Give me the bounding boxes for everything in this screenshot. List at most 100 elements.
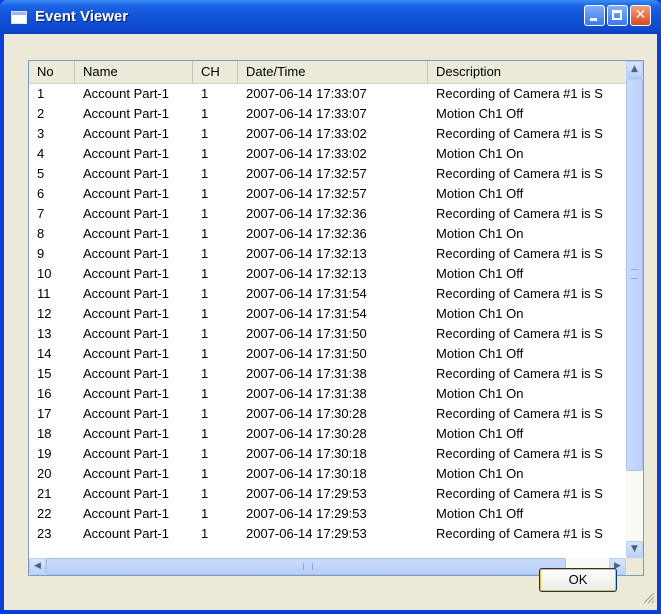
cell-no: 21 [37, 486, 52, 501]
cell-no: 10 [37, 266, 52, 281]
scroll-down-button[interactable]: ▼ [626, 541, 643, 558]
table-row[interactable]: 4 Account Part-1 1 2007-06-14 17:33:02 Motio… [29, 144, 626, 164]
horizontal-scrollbar[interactable]: ◀ ▶ [29, 558, 626, 575]
cell-ch: 1 [201, 206, 209, 221]
cell-ch: 1 [201, 366, 209, 381]
column-header-description[interactable]: Description [428, 61, 626, 83]
minimize-button[interactable] [584, 5, 605, 26]
cell-datetime: 2007-06-14 17:32:13 [246, 266, 367, 281]
cell-ch: 1 [201, 126, 209, 141]
table-row[interactable]: 15 Account Part-1 1 2007-06-14 17:31:38 Reco… [29, 364, 626, 384]
cell-ch: 1 [201, 86, 209, 101]
table-row[interactable]: 7 Account Part-1 1 2007-06-14 17:32:36 Recor… [29, 204, 626, 224]
vertical-scrollbar[interactable]: ▲ ▼ [626, 61, 643, 558]
cell-description: Recording of Camera #1 is S [436, 206, 603, 221]
cell-name: Account Part-1 [83, 426, 169, 441]
cell-datetime: 2007-06-14 17:32:36 [246, 226, 367, 241]
cell-name: Account Part-1 [83, 406, 169, 421]
window-icon [11, 11, 27, 24]
cell-name: Account Part-1 [83, 126, 169, 141]
table-row[interactable]: 19 Account Part-1 1 2007-06-14 17:30:18 Reco… [29, 444, 626, 464]
table-row[interactable]: 5 Account Part-1 1 2007-06-14 17:32:57 Recor… [29, 164, 626, 184]
table-row[interactable]: 8 Account Part-1 1 2007-06-14 17:32:36 Motio… [29, 224, 626, 244]
column-header-ch[interactable]: CH [193, 61, 238, 83]
table-row[interactable]: 18 Account Part-1 1 2007-06-14 17:30:28 Moti… [29, 424, 626, 444]
cell-description: Motion Ch1 Off [436, 106, 524, 121]
cell-datetime: 2007-06-14 17:29:53 [246, 506, 367, 521]
cell-datetime: 2007-06-14 17:30:18 [246, 466, 367, 481]
table-row[interactable]: 20 Account Part-1 1 2007-06-14 17:30:18 Moti… [29, 464, 626, 484]
cell-name: Account Part-1 [83, 306, 169, 321]
cell-no: 5 [37, 166, 45, 181]
cell-datetime: 2007-06-14 17:30:18 [246, 446, 367, 461]
close-icon: ✕ [634, 7, 647, 23]
cell-datetime: 2007-06-14 17:33:07 [246, 86, 367, 101]
cell-datetime: 2007-06-14 17:31:50 [246, 346, 367, 361]
table-row[interactable]: 12 Account Part-1 1 2007-06-14 17:31:54 Moti… [29, 304, 626, 324]
cell-description: Recording of Camera #1 is S [436, 406, 603, 421]
cell-no: 22 [37, 506, 52, 521]
cell-name: Account Part-1 [83, 466, 169, 481]
cell-name: Account Part-1 [83, 286, 169, 301]
cell-ch: 1 [201, 526, 209, 541]
cell-ch: 1 [201, 446, 209, 461]
cell-no: 8 [37, 226, 45, 241]
table-row[interactable]: 17 Account Part-1 1 2007-06-14 17:30:28 Reco… [29, 404, 626, 424]
table-row[interactable]: 21 Account Part-1 1 2007-06-14 17:29:53 Reco… [29, 484, 626, 504]
table-row[interactable]: 11 Account Part-1 1 2007-06-14 17:31:54 Reco… [29, 284, 626, 304]
horizontal-scroll-thumb[interactable] [46, 558, 566, 575]
resize-grip-icon[interactable] [641, 590, 655, 604]
cell-description: Motion Ch1 On [436, 386, 524, 401]
table-row[interactable]: 1 Account Part-1 1 2007-06-14 17:33:07 Recor… [29, 84, 626, 104]
cell-no: 9 [37, 246, 45, 261]
cell-datetime: 2007-06-14 17:30:28 [246, 426, 367, 441]
cell-name: Account Part-1 [83, 266, 169, 281]
table-row[interactable]: 14 Account Part-1 1 2007-06-14 17:31:50 Moti… [29, 344, 626, 364]
cell-ch: 1 [201, 246, 209, 261]
title-bar[interactable]: Event Viewer ✕ [0, 0, 661, 34]
table-row[interactable]: 2 Account Part-1 1 2007-06-14 17:33:07 Motio… [29, 104, 626, 124]
cell-ch: 1 [201, 306, 209, 321]
table-row[interactable]: 6 Account Part-1 1 2007-06-14 17:32:57 Motio… [29, 184, 626, 204]
column-header-no[interactable]: No [29, 61, 75, 83]
ok-button[interactable]: OK [539, 568, 617, 592]
cell-description: Motion Ch1 Off [436, 186, 524, 201]
cell-no: 2 [37, 106, 45, 121]
scroll-up-button[interactable]: ▲ [626, 61, 643, 78]
cell-name: Account Part-1 [83, 106, 169, 121]
cell-no: 23 [37, 526, 52, 541]
grip-icon [631, 269, 638, 279]
cell-no: 17 [37, 406, 52, 421]
cell-ch: 1 [201, 186, 209, 201]
cell-ch: 1 [201, 346, 209, 361]
table-row[interactable]: 13 Account Part-1 1 2007-06-14 17:31:50 Reco… [29, 324, 626, 344]
table-row[interactable]: 9 Account Part-1 1 2007-06-14 17:32:13 Recor… [29, 244, 626, 264]
cell-ch: 1 [201, 326, 209, 341]
maximize-button[interactable] [607, 5, 628, 26]
cell-name: Account Part-1 [83, 166, 169, 181]
cell-datetime: 2007-06-14 17:32:36 [246, 206, 367, 221]
table-row[interactable]: 23 Account Part-1 1 2007-06-14 17:29:53 Reco… [29, 524, 626, 544]
cell-name: Account Part-1 [83, 326, 169, 341]
event-list[interactable]: No Name CH Date/Time Description 1 Accoun… [28, 60, 644, 576]
scroll-left-button[interactable]: ◀ [29, 558, 46, 575]
table-row[interactable]: 3 Account Part-1 1 2007-06-14 17:33:02 Recor… [29, 124, 626, 144]
table-row[interactable]: 22 Account Part-1 1 2007-06-14 17:29:53 Moti… [29, 504, 626, 524]
cell-no: 1 [37, 86, 45, 101]
cell-name: Account Part-1 [83, 86, 169, 101]
column-header-name[interactable]: Name [75, 61, 193, 83]
cell-description: Recording of Camera #1 is S [436, 286, 603, 301]
table-row[interactable]: 16 Account Part-1 1 2007-06-14 17:31:38 Moti… [29, 384, 626, 404]
table-row[interactable]: 10 Account Part-1 1 2007-06-14 17:32:13 Moti… [29, 264, 626, 284]
cell-description: Motion Ch1 On [436, 466, 524, 481]
vertical-scroll-thumb[interactable] [626, 78, 643, 471]
cell-no: 19 [37, 446, 52, 461]
close-button[interactable]: ✕ [630, 5, 651, 26]
cell-ch: 1 [201, 266, 209, 281]
scroll-corner [626, 558, 643, 575]
cell-description: Recording of Camera #1 is S [436, 126, 603, 141]
cell-datetime: 2007-06-14 17:33:07 [246, 106, 367, 121]
cell-no: 12 [37, 306, 52, 321]
column-header-datetime[interactable]: Date/Time [238, 61, 428, 83]
cell-name: Account Part-1 [83, 226, 169, 241]
